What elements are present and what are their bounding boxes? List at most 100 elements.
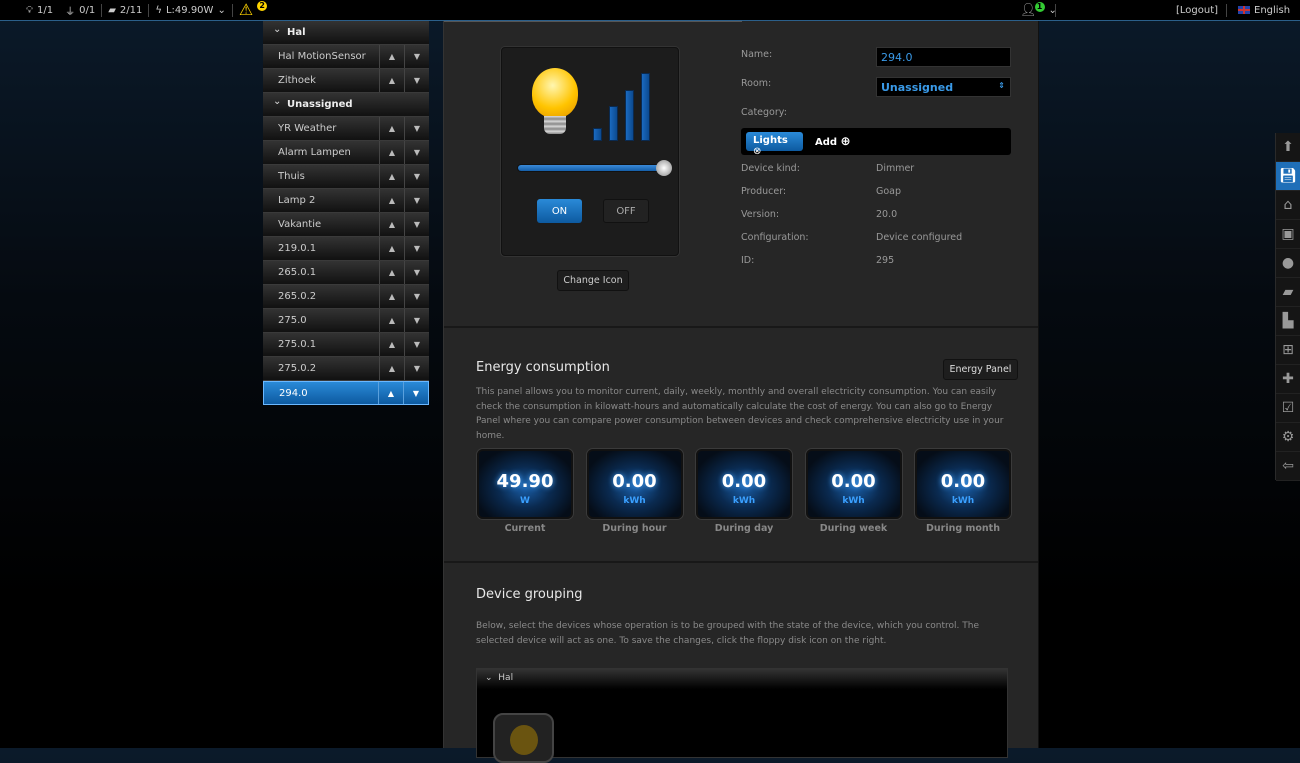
device-list-item[interactable]: 275.0.1 ▲ ▼ <box>263 333 429 357</box>
room-select[interactable]: Unassigned ⇕ <box>876 77 1011 97</box>
move-down-icon[interactable]: ▼ <box>404 45 429 68</box>
room-header[interactable]: Hal <box>263 21 429 45</box>
move-down-icon[interactable]: ▼ <box>404 141 429 164</box>
chart-icon[interactable]: ▙ <box>1276 307 1300 336</box>
bulb-base <box>544 116 566 134</box>
add-category-button[interactable]: Add ⊕ <box>815 134 851 148</box>
plugs-status[interactable]: ⏚ 0/1 <box>59 3 101 18</box>
warnings-button[interactable]: ⚠ 2 <box>233 1 273 18</box>
move-up-icon[interactable]: ▲ <box>379 165 404 188</box>
scenes-status[interactable]: ▰ 2/11 <box>102 5 148 16</box>
move-up-icon[interactable]: ▲ <box>379 237 404 260</box>
move-down-icon[interactable]: ▼ <box>404 357 429 380</box>
logout-link[interactable]: [Logout] <box>1170 5 1224 16</box>
energy-value: 0.00 <box>940 471 986 492</box>
move-down-icon[interactable]: ▼ <box>404 69 429 92</box>
energy-value: 49.90 <box>496 471 554 492</box>
devices-icon[interactable]: ▣ <box>1276 220 1300 249</box>
device-list-item[interactable]: 294.0 ▲ ▼ <box>263 381 429 405</box>
move-down-icon[interactable]: ▼ <box>403 382 428 404</box>
device-list-item[interactable]: Thuis ▲ ▼ <box>263 165 429 189</box>
move-down-icon[interactable]: ▼ <box>404 117 429 140</box>
energy-panel-button[interactable]: Energy Panel <box>943 359 1018 380</box>
move-down-icon[interactable]: ▼ <box>404 285 429 308</box>
select-arrows-icon: ⇕ <box>998 81 1005 90</box>
grouped-device-icon[interactable] <box>493 713 554 763</box>
device-list-item[interactable]: 265.0.2 ▲ ▼ <box>263 285 429 309</box>
remove-circle-icon[interactable]: ⊗ <box>753 146 761 157</box>
divider <box>444 21 742 26</box>
lightbulb-icon <box>532 68 578 118</box>
move-down-icon[interactable]: ▼ <box>404 189 429 212</box>
plugins-icon[interactable]: ✚ <box>1276 365 1300 394</box>
scenes-icon[interactable]: ▰ <box>1276 278 1300 307</box>
move-down-icon[interactable]: ▼ <box>404 261 429 284</box>
plug-icon: ⏚ <box>65 6 76 18</box>
property-value: 295 <box>876 255 895 266</box>
item-label: Thuis <box>278 171 305 182</box>
uk-flag-icon <box>1238 6 1250 14</box>
save-floppy-icon[interactable]: 💾︎ <box>1276 162 1300 191</box>
device-list-item[interactable]: 219.0.1 ▲ ▼ <box>263 237 429 261</box>
grouping-room-header[interactable]: ⌄ Hal <box>477 669 1007 689</box>
device-list-item[interactable]: 265.0.1 ▲ ▼ <box>263 261 429 285</box>
device-list-item[interactable]: YR Weather ▲ ▼ <box>263 117 429 141</box>
move-up-icon[interactable]: ▲ <box>378 382 403 404</box>
home-icon[interactable]: ⌂ <box>1276 191 1300 220</box>
property-value: Device configured <box>876 232 963 243</box>
energy-title: Energy consumption <box>476 360 610 375</box>
language-selector[interactable]: English <box>1232 5 1296 16</box>
settings-icon[interactable]: ⚙ <box>1276 423 1300 452</box>
lights-status[interactable]: 💡︎ 1/1 <box>20 5 59 16</box>
off-button[interactable]: OFF <box>603 199 649 223</box>
category-tag-lights[interactable]: Lights ⊗ <box>746 132 803 157</box>
energy-tile: 49.90 W <box>477 449 573 519</box>
divider <box>1055 3 1056 17</box>
right-toolbar: ⬆ 💾︎ ⌂ ▣ ● ▰ ▙ ⊞ ✚ ☑ ⚙ ⇦ <box>1275 133 1300 481</box>
device-list-item[interactable]: Alarm Lampen ▲ ▼ <box>263 141 429 165</box>
move-up-icon[interactable]: ▲ <box>379 285 404 308</box>
gift-icon[interactable]: ⊞ <box>1276 336 1300 365</box>
device-list-item[interactable]: Vakantie ▲ ▼ <box>263 213 429 237</box>
item-label: 275.0.1 <box>278 339 317 350</box>
dimmer-slider[interactable] <box>517 160 672 176</box>
move-up-icon[interactable]: ▲ <box>379 69 404 92</box>
energy-unit: kWh <box>951 496 975 506</box>
device-list-item[interactable]: 275.0.2 ▲ ▼ <box>263 357 429 381</box>
move-up-icon[interactable]: ▲ <box>379 45 404 68</box>
scroll-top-icon[interactable]: ⬆ <box>1276 133 1300 162</box>
dimmer-slider-handle[interactable] <box>656 160 672 176</box>
move-up-icon[interactable]: ▲ <box>379 213 404 236</box>
device-list-item[interactable]: Lamp 2 ▲ ▼ <box>263 189 429 213</box>
power-status[interactable]: ϟ L:49.90W ⌄ <box>149 5 231 16</box>
move-down-icon[interactable]: ▼ <box>404 165 429 188</box>
device-list-item[interactable]: Zithoek ▲ ▼ <box>263 69 429 93</box>
move-up-icon[interactable]: ▲ <box>379 141 404 164</box>
move-up-icon[interactable]: ▲ <box>379 189 404 212</box>
change-icon-button[interactable]: Change Icon <box>557 270 629 291</box>
energy-value: 0.00 <box>612 471 657 492</box>
name-input[interactable]: 294.0 <box>876 47 1011 67</box>
room-header[interactable]: Unassigned <box>263 93 429 117</box>
move-down-icon[interactable]: ▼ <box>404 309 429 332</box>
move-up-icon[interactable]: ▲ <box>379 117 404 140</box>
on-button[interactable]: ON <box>537 199 582 223</box>
move-down-icon[interactable]: ▼ <box>404 213 429 236</box>
lightbulb-icon[interactable]: ● <box>1276 249 1300 278</box>
item-label: 219.0.1 <box>278 243 317 254</box>
device-list-item[interactable]: 275.0 ▲ ▼ <box>263 309 429 333</box>
property-value: Goap <box>876 186 902 197</box>
energy-tile-label: During hour <box>602 523 667 534</box>
move-down-icon[interactable]: ▼ <box>404 237 429 260</box>
move-up-icon[interactable]: ▲ <box>379 309 404 332</box>
move-up-icon[interactable]: ▲ <box>379 261 404 284</box>
checklist-icon[interactable]: ☑ <box>1276 394 1300 423</box>
device-list-item[interactable]: Hal MotionSensor ▲ ▼ <box>263 45 429 69</box>
move-up-icon[interactable]: ▲ <box>379 357 404 380</box>
move-down-icon[interactable]: ▼ <box>404 333 429 356</box>
chevron-down-icon: ⌄ <box>217 4 226 16</box>
energy-unit: kWh <box>623 496 646 506</box>
energy-unit: kWh <box>842 496 865 506</box>
move-up-icon[interactable]: ▲ <box>379 333 404 356</box>
exit-icon[interactable]: ⇦ <box>1276 452 1300 481</box>
